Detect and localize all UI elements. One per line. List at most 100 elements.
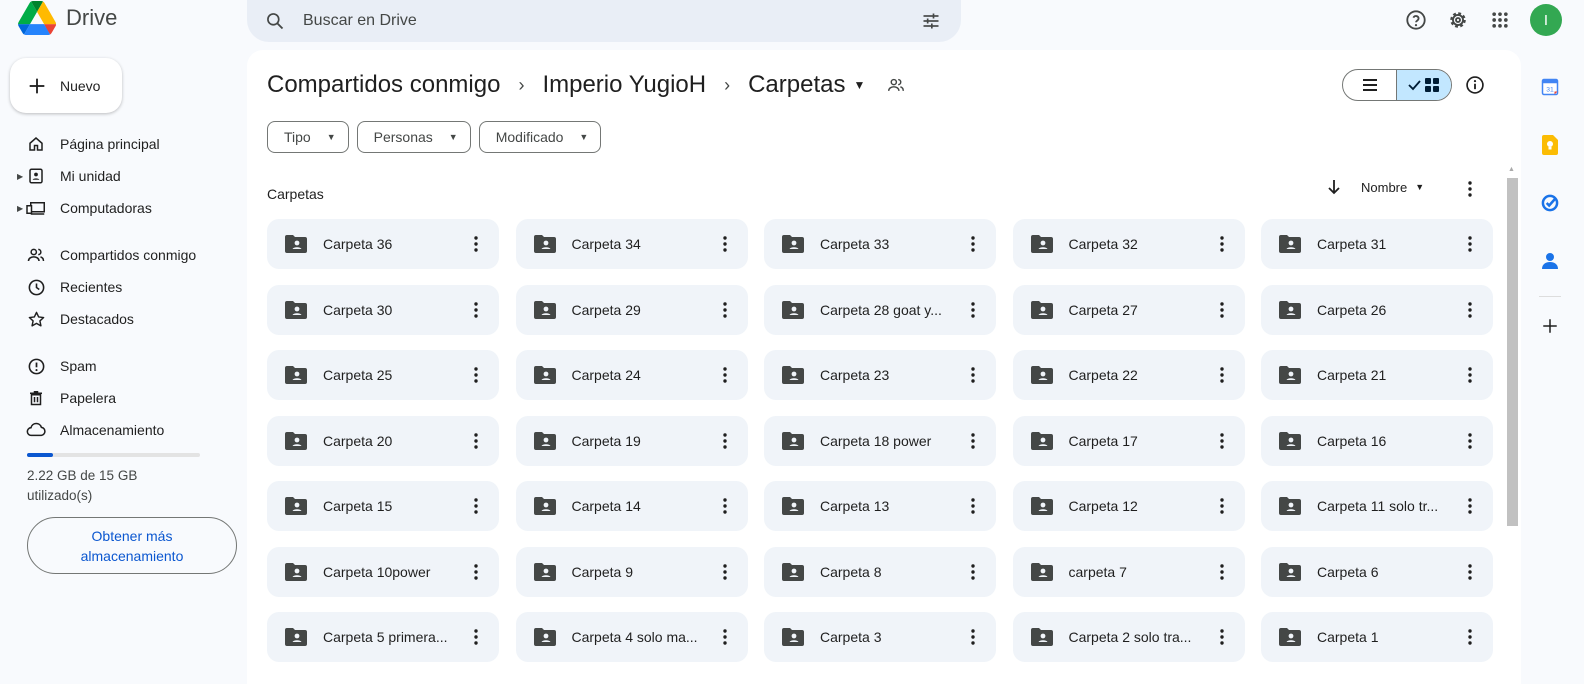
- help-icon[interactable]: [1402, 6, 1430, 34]
- account-avatar[interactable]: I: [1530, 4, 1562, 36]
- folder-card[interactable]: Carpeta 14: [515, 481, 748, 531]
- folder-card[interactable]: Carpeta 26: [1261, 284, 1493, 335]
- more-options-icon[interactable]: [1461, 180, 1479, 198]
- more-options-icon[interactable]: [964, 234, 982, 254]
- filter-modified[interactable]: Modificado ▼: [478, 121, 602, 153]
- folder-card[interactable]: Carpeta 3: [764, 612, 996, 662]
- breadcrumb-item-shared[interactable]: Compartidos conmigo: [267, 71, 500, 99]
- sidebar-item-recent[interactable]: Recientes: [0, 271, 240, 303]
- folder-card[interactable]: Carpeta 9: [515, 546, 748, 597]
- more-options-icon[interactable]: [467, 496, 485, 516]
- more-options-icon[interactable]: [716, 431, 734, 451]
- folder-card[interactable]: Carpeta 11 solo tr...: [1261, 481, 1493, 531]
- scrollbar-thumb[interactable]: [1507, 178, 1518, 526]
- folder-card[interactable]: Carpeta 31: [1261, 219, 1493, 269]
- get-more-storage-button[interactable]: Obtener más almacenamiento: [27, 517, 237, 574]
- folder-card[interactable]: Carpeta 22: [1012, 350, 1245, 400]
- more-options-icon[interactable]: [1461, 365, 1479, 385]
- more-options-icon[interactable]: [1461, 234, 1479, 254]
- folder-card[interactable]: Carpeta 12: [1012, 481, 1245, 531]
- folder-card[interactable]: Carpeta 21: [1261, 350, 1493, 400]
- sidebar-item-home[interactable]: Página principal: [0, 128, 240, 160]
- more-options-icon[interactable]: [467, 234, 485, 254]
- more-options-icon[interactable]: [716, 496, 734, 516]
- folder-card[interactable]: Carpeta 33: [764, 219, 996, 269]
- folder-card[interactable]: Carpeta 19: [515, 415, 748, 466]
- settings-icon[interactable]: [1444, 6, 1472, 34]
- more-options-icon[interactable]: [1461, 431, 1479, 451]
- more-options-icon[interactable]: [1213, 365, 1231, 385]
- more-options-icon[interactable]: [1461, 300, 1479, 320]
- folder-card[interactable]: Carpeta 25: [267, 350, 499, 400]
- sidebar-item-spam[interactable]: Spam: [0, 350, 240, 382]
- more-options-icon[interactable]: [467, 562, 485, 582]
- folder-card[interactable]: Carpeta 17: [1012, 415, 1245, 466]
- more-options-icon[interactable]: [964, 562, 982, 582]
- folder-card[interactable]: Carpeta 18 power: [764, 415, 996, 466]
- search-icon[interactable]: [263, 9, 287, 33]
- more-options-icon[interactable]: [1213, 234, 1231, 254]
- folder-card[interactable]: Carpeta 23: [764, 350, 996, 400]
- more-options-icon[interactable]: [964, 300, 982, 320]
- more-options-icon[interactable]: [1213, 496, 1231, 516]
- folder-card[interactable]: Carpeta 34: [515, 219, 748, 269]
- folder-card[interactable]: Carpeta 5 primera...: [267, 612, 499, 662]
- more-options-icon[interactable]: [716, 300, 734, 320]
- sidebar-item-starred[interactable]: Destacados: [0, 303, 240, 335]
- folder-card[interactable]: Carpeta 29: [515, 284, 748, 335]
- keep-icon[interactable]: [1530, 116, 1570, 174]
- folder-card[interactable]: Carpeta 30: [267, 284, 499, 335]
- folder-card[interactable]: Carpeta 2 solo tra...: [1012, 612, 1245, 662]
- more-options-icon[interactable]: [964, 496, 982, 516]
- more-options-icon[interactable]: [964, 627, 982, 647]
- more-options-icon[interactable]: [1213, 627, 1231, 647]
- filter-type[interactable]: Tipo ▼: [267, 121, 349, 153]
- more-options-icon[interactable]: [964, 431, 982, 451]
- more-options-icon[interactable]: [716, 365, 734, 385]
- folder-card[interactable]: Carpeta 28 goat y...: [764, 284, 996, 335]
- folder-card[interactable]: Carpeta 27: [1012, 284, 1245, 335]
- list-view-button[interactable]: [1343, 70, 1398, 100]
- folder-card[interactable]: Carpeta 10power: [267, 546, 499, 597]
- folder-card[interactable]: Carpeta 8: [764, 546, 996, 597]
- expand-caret-icon[interactable]: ▶: [17, 172, 23, 181]
- folder-card[interactable]: Carpeta 6: [1261, 546, 1493, 597]
- more-options-icon[interactable]: [1461, 627, 1479, 647]
- sort-direction-icon[interactable]: [1325, 178, 1343, 196]
- sort-by-button[interactable]: Nombre: [1361, 180, 1407, 195]
- folder-card[interactable]: Carpeta 24: [515, 350, 748, 400]
- search-input[interactable]: Buscar en Drive: [303, 12, 919, 30]
- folder-card[interactable]: Carpeta 1: [1261, 612, 1493, 662]
- more-options-icon[interactable]: [1213, 300, 1231, 320]
- more-options-icon[interactable]: [964, 365, 982, 385]
- folder-card[interactable]: Carpeta 15: [267, 481, 499, 531]
- more-options-icon[interactable]: [1213, 562, 1231, 582]
- contacts-icon[interactable]: [1530, 232, 1570, 290]
- breadcrumb-item-imperio[interactable]: Imperio YugioH: [542, 71, 706, 99]
- sidebar-item-my-drive[interactable]: ▶ Mi unidad: [0, 160, 240, 192]
- sidebar-item-storage[interactable]: Almacenamiento: [0, 414, 240, 446]
- folder-card[interactable]: Carpeta 16: [1261, 415, 1493, 466]
- sidebar-item-computers[interactable]: ▶ Computadoras: [0, 192, 240, 224]
- dropdown-caret-icon[interactable]: ▼: [853, 78, 865, 92]
- sidebar-item-trash[interactable]: Papelera: [0, 382, 240, 414]
- more-options-icon[interactable]: [1213, 431, 1231, 451]
- sidebar-item-shared[interactable]: Compartidos conmigo: [0, 239, 240, 271]
- search-options-icon[interactable]: [919, 9, 943, 33]
- scrollbar[interactable]: ▲: [1505, 166, 1519, 684]
- more-options-icon[interactable]: [467, 365, 485, 385]
- more-options-icon[interactable]: [467, 627, 485, 647]
- more-options-icon[interactable]: [467, 300, 485, 320]
- more-options-icon[interactable]: [716, 627, 734, 647]
- more-options-icon[interactable]: [1461, 562, 1479, 582]
- more-options-icon[interactable]: [716, 234, 734, 254]
- search-bar[interactable]: Buscar en Drive: [247, 0, 961, 42]
- add-icon[interactable]: [1530, 311, 1570, 341]
- more-options-icon[interactable]: [1461, 496, 1479, 516]
- apps-grid-icon[interactable]: [1486, 6, 1514, 34]
- calendar-icon[interactable]: 31: [1530, 58, 1570, 116]
- drive-logo[interactable]: Drive: [18, 0, 117, 36]
- more-options-icon[interactable]: [716, 562, 734, 582]
- more-options-icon[interactable]: [467, 431, 485, 451]
- new-button[interactable]: Nuevo: [10, 58, 122, 113]
